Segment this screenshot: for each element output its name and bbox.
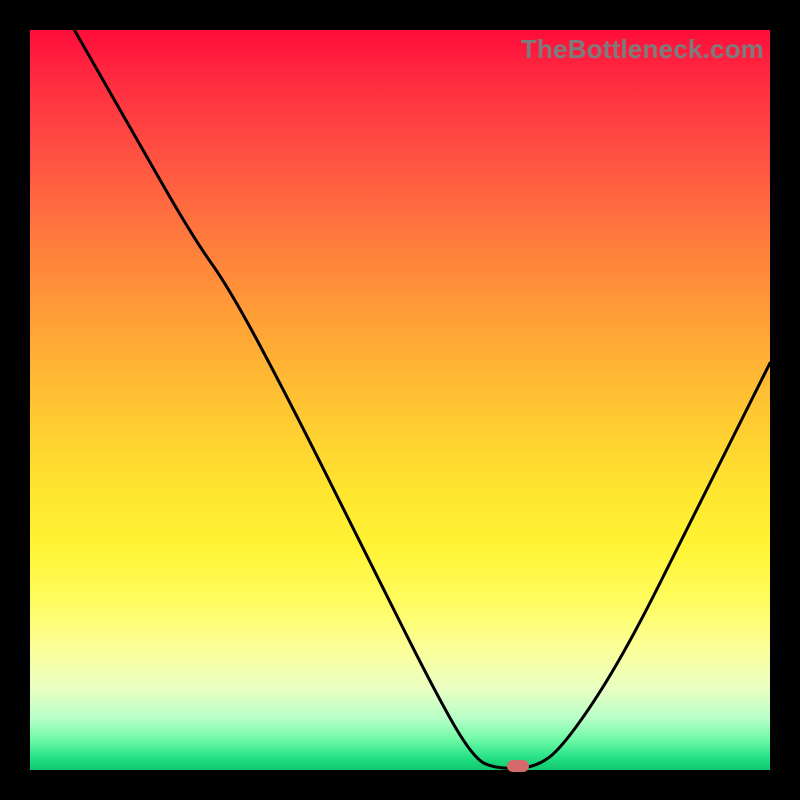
chart-container: TheBottleneck.com: [0, 0, 800, 800]
plot-area: TheBottleneck.com: [30, 30, 770, 770]
optimal-marker: [507, 760, 529, 772]
curve-path: [74, 30, 770, 769]
bottleneck-curve: [30, 30, 770, 770]
